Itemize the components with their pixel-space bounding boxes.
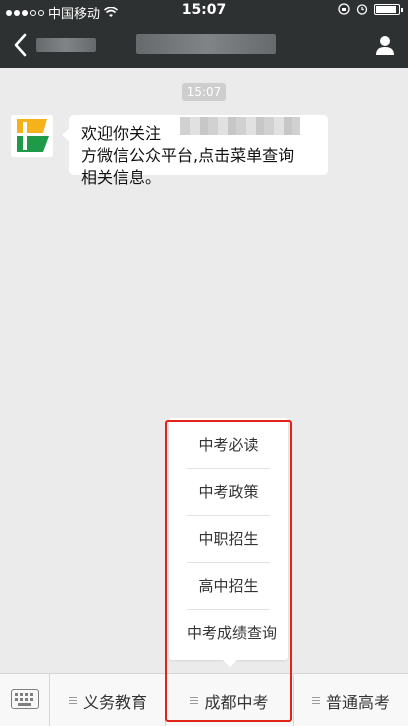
menu-tab-label: 义务教育 [82,692,147,712]
menu-tab-label: 成都中考 [204,692,269,712]
submenu-item-zhongkao-bidu[interactable]: 中考必读 [187,422,270,468]
navigation-bar [0,22,408,68]
submenu-popup: 中考必读 中考政策 中职招生 高中招生 中考成绩查询 [169,418,288,667]
submenu-item-gaozhong-zhaosheng[interactable]: 高中招生 [187,563,270,609]
menu-tab-label: 普通高考 [325,692,390,712]
submenu-item-zhongzhi-zhaosheng[interactable]: 中职招生 [187,516,270,562]
lock-rotation-icon [338,3,350,15]
menu-lines-icon [190,696,199,705]
keyboard-icon [11,689,39,709]
status-right [338,3,403,15]
menu-tab-yiwu-jiaoyu[interactable]: 义务教育 [51,674,165,726]
menu-tab-putong-gaokao[interactable]: 普通高考 [294,674,408,726]
person-icon[interactable] [374,34,396,56]
status-bar: 中国移动 15:07 [0,0,408,22]
chat-timestamp: 15:07 [182,83,226,101]
message-line-3: 相关信息。 [81,168,162,187]
bottom-menu-bar: 义务教育 成都中考 普通高考 [0,673,408,726]
back-chevron-icon[interactable] [10,32,34,58]
account-logo-icon [11,115,53,157]
submenu-item-zhongkao-zhengce[interactable]: 中考政策 [187,469,270,515]
submenu-item-chengji-chaxun[interactable]: 中考成绩查询 [187,610,277,656]
menu-lines-icon [311,696,320,705]
blurred-title [136,34,276,54]
alarm-icon [356,4,368,15]
blurred-back-label [36,38,96,52]
keyboard-toggle-button[interactable] [0,674,50,726]
menu-tab-chengdu-zhongkao[interactable]: 成都中考 [166,674,293,726]
message-line-2: 方微信公众平台,点击菜单查询 [81,146,295,165]
account-avatar[interactable] [11,115,53,157]
menu-lines-icon [68,696,77,705]
blurred-account-name [180,117,300,135]
battery-icon [374,3,403,15]
